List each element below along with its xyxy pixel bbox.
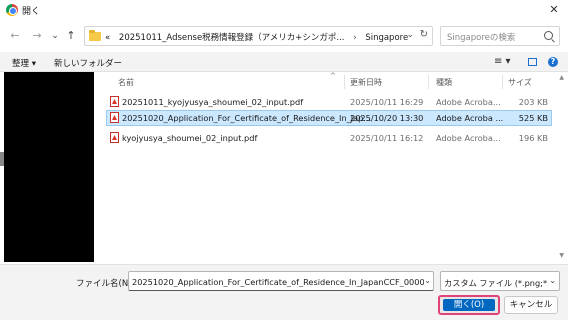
file-type: Adobe Acroba...	[436, 97, 501, 107]
file-size: 196 KB	[518, 133, 548, 143]
main-area: ^ 名前 更新日時 種類 サイズ 20251011_kyojyusya_shou…	[0, 72, 568, 264]
view-options-button[interactable]: ≡ ▾	[494, 56, 511, 67]
command-bar: 整理 ▾ 新しいフォルダー ≡ ▾ ?	[0, 52, 568, 72]
forward-button[interactable]: →	[30, 29, 44, 43]
file-name: 20251020_Application_For_Certificate_of_…	[122, 113, 372, 123]
up-button[interactable]: ↑	[64, 29, 78, 43]
pdf-file-icon	[110, 112, 119, 123]
file-size: 203 KB	[518, 97, 548, 107]
file-type-value: カスタム ファイル (*.png;*.pdf	[444, 278, 548, 288]
filename-label: ファイル名(N):	[76, 279, 135, 289]
column-header-date[interactable]: 更新日時	[350, 77, 382, 88]
new-folder-button[interactable]: 新しいフォルダー	[54, 57, 122, 69]
search-input[interactable]: Singaporeの検索	[440, 26, 560, 46]
filename-field[interactable]: 20251020_Application_For_Certificate_of_…	[128, 271, 434, 291]
breadcrumb-overflow[interactable]: «	[105, 33, 110, 43]
column-header-name[interactable]: 名前	[118, 77, 134, 88]
file-name: 20251011_kyojyusya_shoumei_02_input.pdf	[122, 97, 304, 107]
search-placeholder: Singaporeの検索	[447, 33, 516, 43]
address-history-chevron-icon[interactable]: ⌄	[406, 30, 414, 40]
column-divider[interactable]	[428, 75, 429, 89]
chevron-down-icon: ⌄	[549, 276, 556, 285]
search-icon	[544, 31, 553, 40]
chevron-down-icon[interactable]: ⌄	[424, 276, 431, 285]
recent-locations-button[interactable]: ⌄	[48, 29, 62, 43]
navigation-bar: ← → ⌄ ↑ « 20251011_Adsense税務情報登録（アメリカ+シン…	[0, 20, 568, 52]
file-list: ^ 名前 更新日時 種類 サイズ 20251011_kyojyusya_shou…	[106, 72, 552, 262]
pdf-file-icon	[110, 132, 119, 143]
file-name: kyojyusya_shoumei_02_input.pdf	[122, 133, 258, 143]
window-title: 開く	[22, 7, 41, 17]
breadcrumb: « 20251011_Adsense税務情報登録（アメリカ+シンガポ... › …	[105, 31, 414, 43]
column-divider[interactable]	[344, 75, 345, 89]
file-row[interactable]: 20251011_kyojyusya_shoumei_02_input.pdf …	[106, 94, 552, 110]
column-divider[interactable]	[502, 75, 503, 89]
file-date: 2025/10/20 13:30	[350, 113, 424, 123]
help-icon[interactable]: ?	[548, 57, 558, 67]
title-bar: 開く ✕	[0, 0, 568, 20]
filename-value: 20251020_Application_For_Certificate_of_…	[132, 277, 424, 287]
column-header-type[interactable]: 種類	[436, 77, 452, 88]
back-button[interactable]: ←	[8, 29, 22, 43]
file-type: Adobe Acroba ...	[436, 113, 504, 123]
scroll-down-arrow-icon[interactable]: ▼	[559, 252, 564, 259]
file-date: 2025/10/11 16:29	[350, 97, 424, 107]
file-row[interactable]: kyojyusya_shoumei_02_input.pdf 2025/10/1…	[106, 130, 552, 146]
breadcrumb-item-parent[interactable]: 20251011_Adsense税務情報登録（アメリカ+シンガポ...	[119, 33, 345, 43]
pdf-file-icon	[110, 96, 119, 107]
file-date: 2025/10/11 16:12	[350, 133, 424, 143]
preview-pane-icon[interactable]	[528, 58, 537, 66]
scroll-up-arrow-icon[interactable]: ▲	[559, 74, 564, 81]
file-row-selected[interactable]: 20251020_Application_For_Certificate_of_…	[106, 110, 552, 126]
open-button-highlight[interactable]: 開く(O)	[438, 295, 500, 315]
file-type: Adobe Acroba...	[436, 133, 501, 143]
folder-icon	[89, 30, 101, 41]
breadcrumb-item-singapore[interactable]: Singapore	[365, 33, 408, 43]
sort-indicator-icon: ^	[330, 72, 336, 80]
close-button[interactable]: ✕	[540, 0, 568, 20]
chrome-icon	[6, 4, 18, 16]
cancel-button[interactable]: キャンセル	[504, 296, 558, 314]
open-button[interactable]: 開く(O)	[443, 299, 495, 311]
refresh-icon[interactable]: ↻	[420, 29, 428, 40]
navigation-pane-redacted	[4, 72, 94, 262]
dialog-footer: ファイル名(N): 20251020_Application_For_Certi…	[0, 264, 568, 320]
address-bar[interactable]: « 20251011_Adsense税務情報登録（アメリカ+シンガポ... › …	[84, 26, 433, 46]
column-header-size[interactable]: サイズ	[508, 77, 532, 88]
breadcrumb-separator[interactable]: ›	[353, 33, 356, 43]
file-type-select[interactable]: カスタム ファイル (*.png;*.pdf ⌄	[440, 271, 560, 291]
organize-menu-button[interactable]: 整理 ▾	[12, 57, 36, 69]
file-size: 525 KB	[518, 113, 548, 123]
